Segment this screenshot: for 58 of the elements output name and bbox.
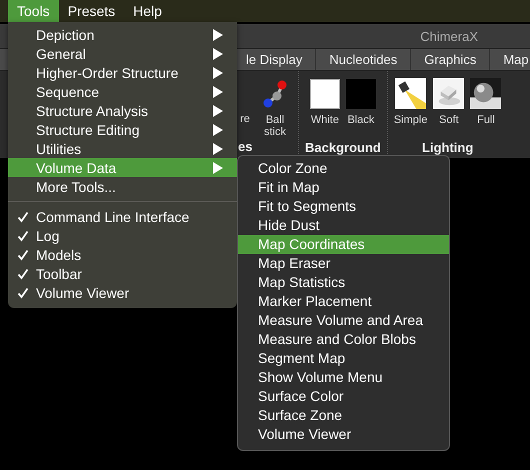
button-label: re xyxy=(239,113,251,125)
submenu-arrow-icon xyxy=(213,48,223,60)
submenu-arrow-icon xyxy=(213,124,223,136)
menu-item[interactable]: Log xyxy=(8,226,237,245)
group-label: Background xyxy=(305,140,381,156)
cube-icon xyxy=(433,78,464,109)
menu-item[interactable]: More Tools... xyxy=(8,177,237,196)
toolbar-button[interactable]: Ball stick xyxy=(258,79,292,156)
swatch-icon xyxy=(310,79,340,109)
menu-item[interactable]: Depiction xyxy=(8,25,237,44)
check-icon xyxy=(17,230,29,242)
submenu-arrow-icon xyxy=(213,86,223,98)
menu-item[interactable]: Surface Color xyxy=(238,387,449,406)
check-icon xyxy=(17,286,29,298)
menu-item[interactable]: Marker Placement xyxy=(238,292,449,311)
submenu-arrow-icon xyxy=(213,104,223,116)
check-icon xyxy=(17,248,29,260)
menu-item[interactable]: Command Line Interface xyxy=(8,207,237,226)
menu-item[interactable]: Measure and Color Blobs xyxy=(238,330,449,349)
toolbar-button[interactable]: Black xyxy=(346,77,376,140)
group-label: Lighting xyxy=(422,140,474,156)
submenu-arrow-icon xyxy=(213,142,223,154)
menu-item[interactable]: Utilities xyxy=(8,139,237,158)
menu-item[interactable]: Measure Volume and Area xyxy=(238,311,449,330)
tab[interactable]: Nucleotides xyxy=(315,49,410,70)
submenu-arrow-icon xyxy=(213,66,223,78)
tab[interactable]: Map xyxy=(489,49,530,70)
swatch-icon xyxy=(346,79,376,109)
menu-bar-item[interactable]: Help xyxy=(124,0,171,22)
toolbar-button[interactable]: Full xyxy=(470,77,502,140)
menu-item[interactable]: Toolbar xyxy=(8,264,237,283)
tab[interactable]: Graphics xyxy=(410,49,490,70)
menu-item[interactable]: Models xyxy=(8,245,237,264)
submenu-arrow-icon xyxy=(213,28,223,40)
menu-item[interactable]: Map Eraser xyxy=(238,254,449,273)
toolbar-button[interactable]: White xyxy=(310,77,340,140)
menu-item[interactable]: Color Zone xyxy=(238,159,449,178)
spotlight-icon xyxy=(395,78,426,109)
check-icon xyxy=(17,268,29,280)
menu-item[interactable]: Segment Map xyxy=(238,349,449,368)
menu-item[interactable]: Hide Dust xyxy=(238,216,449,235)
menu-item[interactable]: Structure Analysis xyxy=(8,101,237,120)
menu-item[interactable]: Fit to Segments xyxy=(238,197,449,216)
menu-item[interactable]: Surface Zone xyxy=(238,406,449,425)
menu-item[interactable]: Volume Viewer xyxy=(8,283,237,302)
menu-bar-item[interactable]: Presets xyxy=(58,0,124,22)
menu-item[interactable]: Show Volume Menu xyxy=(238,368,449,387)
toolbar-button[interactable]: Simple xyxy=(394,77,428,140)
menu-item[interactable]: Structure Editing xyxy=(8,120,237,139)
check-icon xyxy=(17,210,29,222)
menu-item[interactable]: Map Statistics xyxy=(238,273,449,292)
menu-item[interactable]: Volume Viewer xyxy=(238,425,449,444)
toolbar-button[interactable]: Soft xyxy=(433,77,464,140)
submenu-arrow-icon xyxy=(213,162,223,174)
window-title: ChimeraX xyxy=(420,28,478,44)
group-label: es xyxy=(238,139,252,155)
menu-item[interactable]: Sequence xyxy=(8,82,237,101)
menu-item[interactable]: Fit in Map xyxy=(238,178,449,197)
